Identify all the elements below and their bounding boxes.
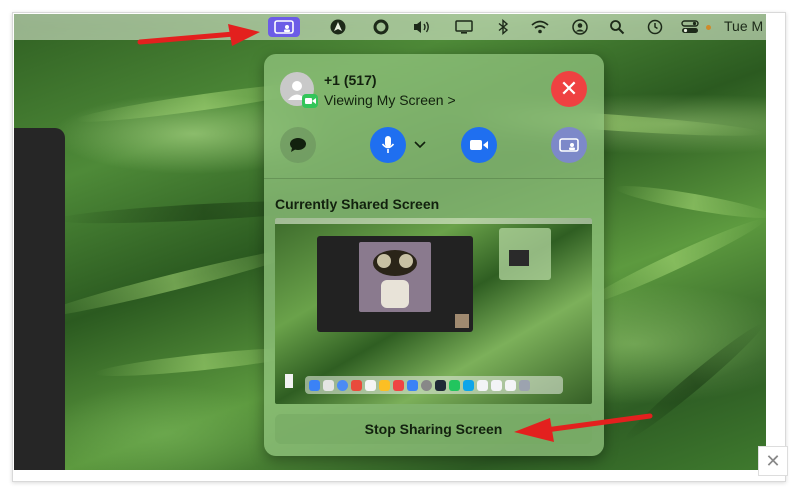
user-icon[interactable] (569, 17, 591, 37)
desktop-screenshot: Tue M +1 (517) Viewing My Screen > ✕ Cur… (14, 14, 766, 470)
preview-dock (305, 376, 563, 394)
microphone-button[interactable] (370, 127, 406, 163)
preview-doc-icon (285, 374, 293, 388)
navigation-icon[interactable] (327, 17, 349, 37)
end-call-button[interactable]: ✕ (551, 71, 587, 107)
display-icon[interactable] (453, 17, 475, 37)
status-dot (706, 25, 711, 30)
annotation-arrow-top (137, 24, 260, 46)
screen-share-icon (559, 138, 579, 152)
screen-share-panel: +1 (517) Viewing My Screen > ✕ Currently… (264, 54, 604, 456)
caller-number: +1 (517) (324, 72, 377, 88)
video-camera-icon (470, 140, 488, 150)
volume-icon[interactable] (411, 17, 433, 37)
menubar-clock[interactable]: Tue M (724, 18, 763, 34)
preview-panel (499, 228, 551, 280)
chevron-down-icon[interactable] (412, 136, 428, 152)
camera-button[interactable] (461, 127, 497, 163)
shared-screen-preview (275, 218, 592, 404)
chat-bubble-icon (290, 138, 306, 152)
clock-icon[interactable] (644, 17, 666, 37)
preview-video-tile (359, 242, 431, 312)
search-icon[interactable] (606, 17, 628, 37)
annotation-arrow-bottom (514, 413, 653, 442)
bluetooth-icon[interactable] (492, 17, 514, 37)
close-icon: ✕ (765, 450, 781, 471)
circle-icon[interactable] (370, 17, 392, 37)
close-overlay-button[interactable]: ✕ (758, 446, 788, 476)
control-center-icon[interactable] (679, 17, 701, 37)
share-screen-button[interactable] (551, 127, 587, 163)
microphone-icon (381, 136, 395, 153)
viewing-status-link[interactable]: Viewing My Screen > (324, 92, 456, 108)
facetime-badge-icon (302, 94, 318, 108)
screen-share-icon[interactable] (268, 17, 300, 37)
shared-screen-title: Currently Shared Screen (275, 196, 440, 212)
close-icon: ✕ (559, 76, 579, 101)
preview-self-view (455, 314, 469, 328)
wifi-icon[interactable] (529, 17, 551, 37)
divider (264, 178, 604, 179)
menu-bar: Tue M (14, 14, 766, 40)
background-window (14, 128, 65, 470)
messages-button[interactable] (280, 127, 316, 163)
